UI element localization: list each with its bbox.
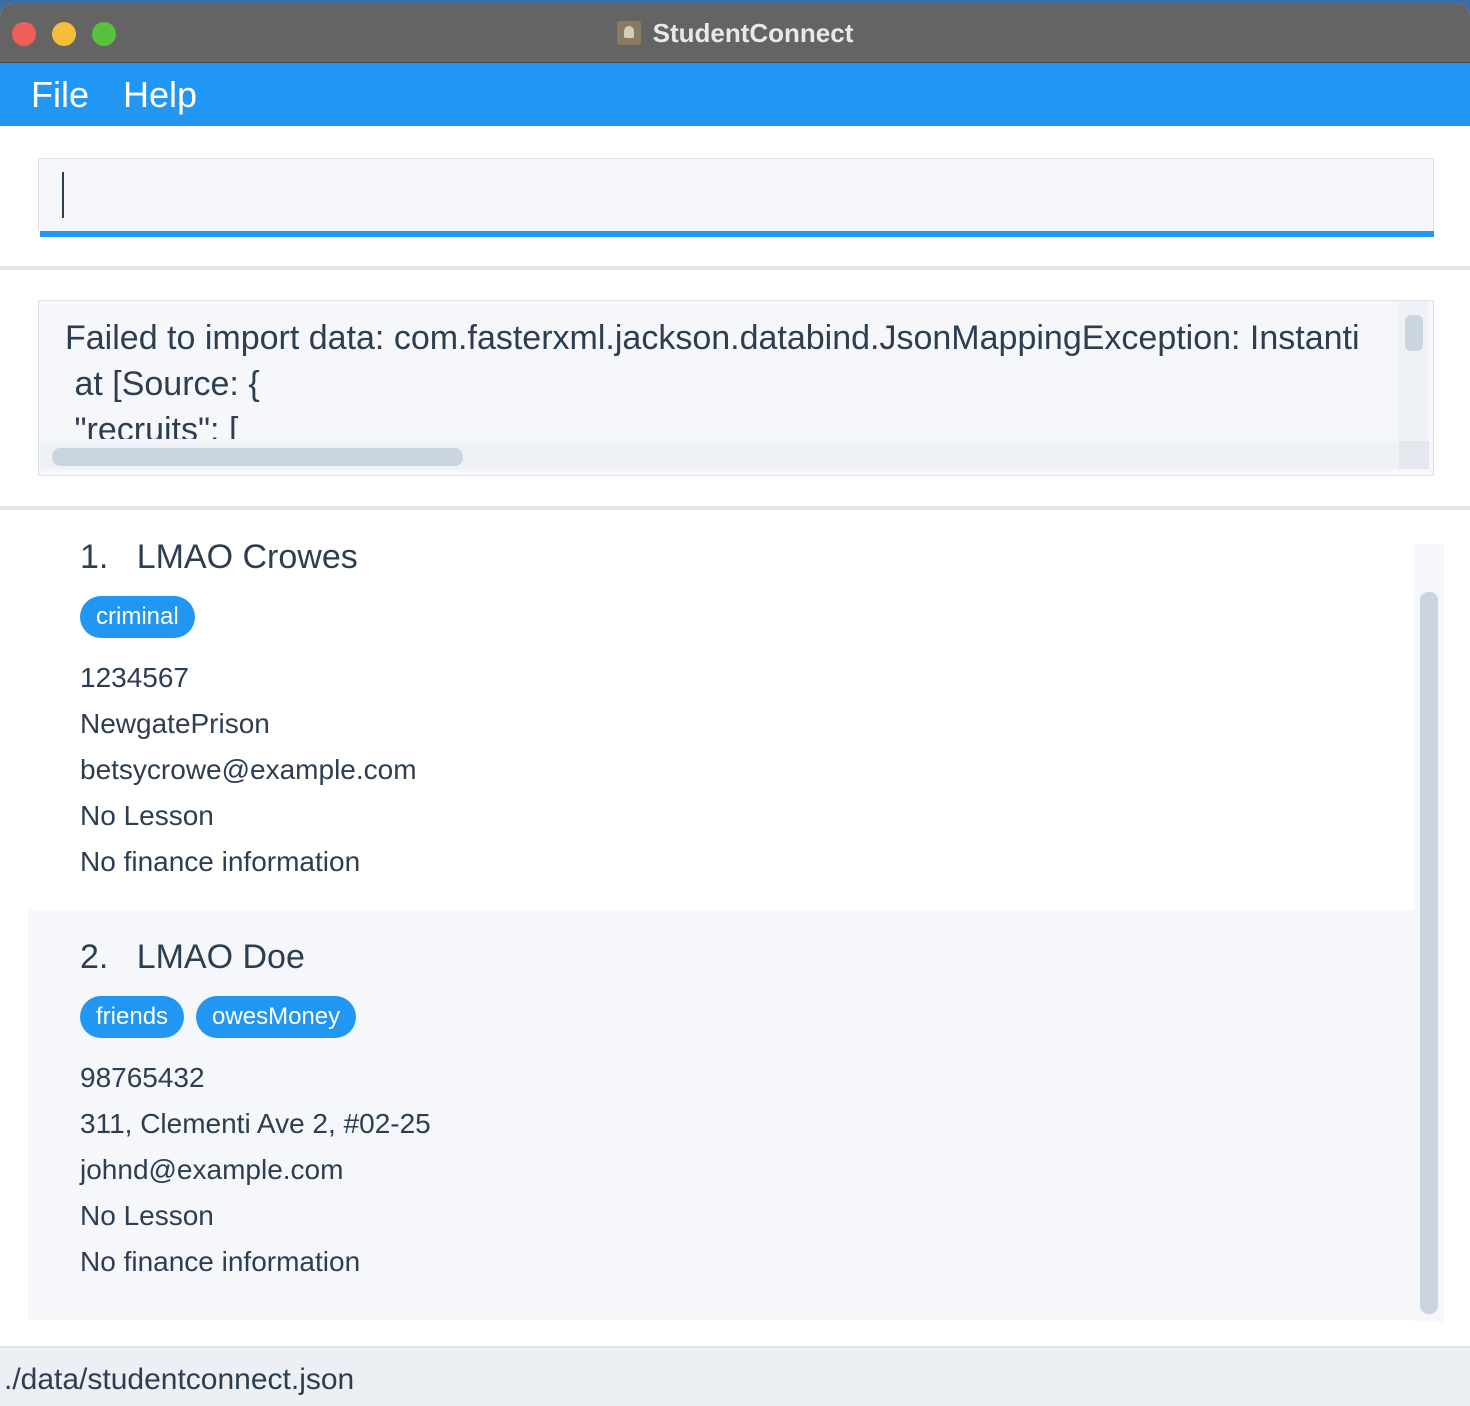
person-index: 1. [80,538,109,576]
status-file-path: ./data/studentconnect.json [4,1363,355,1396]
scrollbar-corner [1399,441,1429,469]
person-name: LMAO Doe [136,938,305,976]
status-bar: ./data/studentconnect.json [0,1346,1470,1406]
person-address: 311, Clementi Ave 2, #02-25 [80,1108,431,1139]
tag: friends [80,996,185,1038]
tag: criminal [80,596,195,638]
person-name-line: 2. LMAO Doe [80,932,305,982]
title-bar[interactable]: StudentConnect [0,4,1470,63]
person-lesson: No Lesson [80,1200,214,1231]
person-email: betsycrowe@example.com [80,754,417,785]
result-horizontal-scrollbar[interactable] [39,441,1399,469]
command-input-focus-underline [40,231,1434,237]
command-area [0,126,1470,266]
menu-file[interactable]: File [31,73,89,117]
person-phone: 1234567 [80,662,190,693]
person-lesson: No Lesson [80,800,214,831]
result-line: at [Source: { [65,365,260,403]
menu-bar: File Help [0,63,1470,126]
result-vertical-scrollbar[interactable] [1398,301,1428,441]
app-icon [616,21,641,45]
result-display[interactable]: Failed to import data: com.fasterxml.jac… [38,300,1434,476]
tag: owesMoney [196,996,357,1038]
person-card[interactable]: 2. LMAO Doe friends owesMoney 98765432 31… [28,910,1416,1320]
person-email: johnd@example.com [80,1154,344,1185]
person-card[interactable]: 1. LMAO Crowes criminal 1234567 NewgateP… [28,510,1416,920]
person-list[interactable]: 1. LMAO Crowes criminal 1234567 NewgateP… [0,510,1470,1346]
divider[interactable] [0,266,1470,270]
app-window: StudentConnect File Help Failed to impor… [0,4,1470,1406]
command-input[interactable] [38,158,1434,231]
person-phone: 98765432 [80,1062,205,1093]
list-vertical-scrollbar[interactable] [1414,544,1444,1322]
result-vertical-scroll-thumb[interactable] [1405,315,1423,351]
menu-help[interactable]: Help [123,73,197,117]
result-line: "recruits": [ [65,411,239,439]
person-address: NewgatePrison [80,708,270,739]
list-vertical-scroll-thumb[interactable] [1420,592,1438,1314]
tag-list: criminal [80,596,207,638]
window-title-wrap: StudentConnect [0,17,1470,49]
result-line: Failed to import data: com.fasterxml.jac… [65,319,1360,357]
person-index: 2. [80,938,109,976]
person-finance: No finance information [80,1246,361,1277]
person-finance: No finance information [80,846,361,877]
person-name-line: 1. LMAO Crowes [80,532,358,582]
person-name: LMAO Crowes [136,538,358,576]
result-horizontal-scroll-thumb[interactable] [52,448,463,466]
result-text: Failed to import data: com.fasterxml.jac… [65,315,1399,439]
window-title: StudentConnect [652,18,854,48]
tag-list: friends owesMoney [80,996,368,1038]
text-cursor [62,172,64,218]
